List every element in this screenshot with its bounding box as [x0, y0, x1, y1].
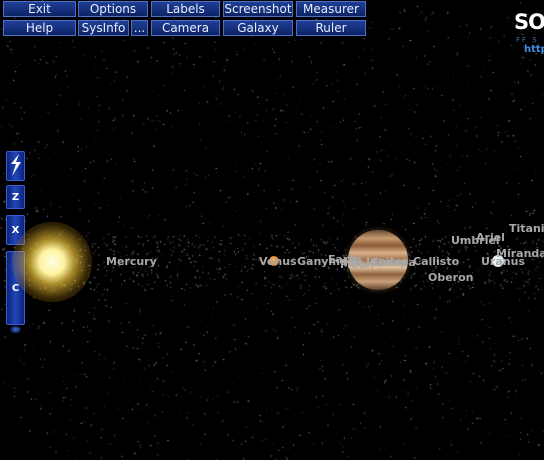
label-titania[interactable]: Titania — [509, 222, 544, 235]
label-oberon[interactable]: Oberon — [428, 271, 474, 284]
side-strip-glow — [9, 325, 22, 334]
sun[interactable] — [12, 222, 92, 302]
label-ariel[interactable]: Ariel — [476, 231, 505, 244]
app-logo: SO — [514, 10, 544, 34]
label-mercury[interactable]: Mercury — [106, 255, 157, 268]
label-callisto[interactable]: Callisto — [413, 255, 459, 268]
help-button[interactable]: Help — [3, 20, 76, 36]
side-control-top[interactable] — [6, 151, 25, 181]
options-button[interactable]: Options — [78, 1, 148, 17]
label-europa[interactable]: Europa — [372, 256, 416, 269]
label-uranus[interactable]: Uranus — [481, 255, 525, 268]
sysinfo-button[interactable]: SysInfo — [78, 20, 129, 36]
screenshot-button[interactable]: Screenshot — [223, 1, 293, 17]
galaxy-button[interactable]: Galaxy — [223, 20, 293, 36]
exit-button[interactable]: Exit — [3, 1, 76, 17]
starfield-background — [0, 0, 544, 460]
lightning-icon — [11, 154, 21, 176]
more-button[interactable]: ... — [131, 20, 148, 36]
measurer-button[interactable]: Measurer — [296, 1, 366, 17]
label-venus[interactable]: Venus — [259, 255, 297, 268]
side-key-z[interactable]: Z — [6, 185, 25, 209]
ruler-button[interactable]: Ruler — [296, 20, 366, 36]
logo-url[interactable]: http — [524, 44, 544, 55]
logo-subtext: FF S — [516, 36, 539, 44]
camera-button[interactable]: Camera — [151, 20, 220, 36]
labels-button[interactable]: Labels — [151, 1, 220, 17]
